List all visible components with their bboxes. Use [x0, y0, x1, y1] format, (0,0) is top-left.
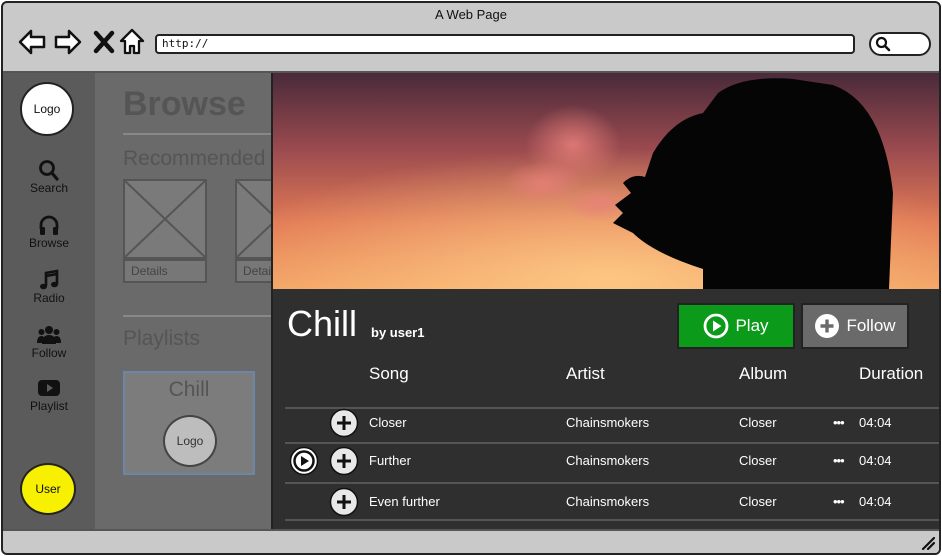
headphones-icon [39, 215, 59, 235]
details-button[interactable]: Details [235, 259, 271, 283]
track-song: Even further [369, 494, 440, 509]
playlist-title: Chill [287, 303, 358, 344]
playlist-detail-panel: Chill by user1 Play Follow Song Artist A… [271, 73, 939, 529]
playlists-heading: Playlists [123, 327, 201, 350]
music-note-icon [40, 269, 59, 290]
playlist-card-name: Chill [168, 378, 210, 401]
image-placeholder-icon [237, 181, 271, 257]
users-icon [37, 326, 61, 344]
details-button[interactable]: Details [123, 259, 207, 283]
resize-grip-icon[interactable] [919, 534, 935, 550]
close-icon [93, 30, 115, 54]
column-header-duration[interactable]: Duration [859, 364, 923, 384]
forward-button[interactable] [53, 27, 83, 57]
recommended-thumbnail[interactable] [235, 179, 271, 259]
back-icon [18, 29, 46, 55]
sidebar-item-label: Playlist [29, 399, 68, 413]
track-song: Further [369, 453, 411, 468]
status-bar [3, 529, 939, 553]
browse-heading: Browse [123, 85, 246, 123]
column-header-song[interactable]: Song [369, 364, 409, 384]
track-row[interactable]: Further Chainsmokers Closer ••• 04:04 [273, 443, 939, 479]
back-button[interactable] [17, 27, 47, 57]
track-duration: 04:04 [859, 453, 892, 468]
track-artist: Chainsmokers [566, 415, 650, 430]
youtube-play-icon [38, 380, 60, 396]
follow-button-label: Follow [846, 316, 896, 335]
sidebar-item-follow[interactable]: Follow [3, 324, 95, 360]
home-button[interactable] [117, 26, 147, 56]
stop-button[interactable] [89, 27, 119, 57]
forward-icon [54, 29, 82, 55]
window-title: A Web Page [434, 7, 508, 22]
image-placeholder-icon [125, 181, 205, 257]
browser-window: A Web Page http:// Logo Search Browse Ra… [1, 1, 941, 555]
playlist-owner: by user1 [371, 325, 425, 340]
add-track-icon[interactable] [329, 446, 359, 476]
follow-button[interactable]: Follow [801, 303, 909, 349]
track-row[interactable]: Even further Chainsmokers Closer ••• 04:… [273, 484, 939, 520]
divider [123, 315, 271, 317]
more-options-icon[interactable]: ••• [833, 484, 845, 520]
browser-search-button[interactable] [869, 32, 931, 56]
browser-toolbar: http:// [3, 25, 939, 71]
divider [123, 133, 271, 135]
sidebar-item-label: Radio [33, 291, 65, 305]
playlist-cover-image [273, 73, 939, 289]
add-track-icon[interactable] [329, 408, 359, 438]
recommended-thumbnail[interactable] [123, 179, 207, 259]
sidebar-item-playlist[interactable]: Playlist [3, 377, 95, 413]
more-options-icon[interactable]: ••• [833, 443, 845, 479]
divider [285, 519, 939, 521]
track-artist: Chainsmokers [566, 453, 650, 468]
logo[interactable]: Logo [20, 82, 74, 136]
user-avatar-button[interactable]: User [20, 463, 76, 515]
track-artist: Chainsmokers [566, 494, 650, 509]
track-row[interactable]: Closer Chainsmokers Closer ••• 04:04 [273, 405, 939, 441]
url-input[interactable]: http:// [155, 34, 855, 54]
track-album: Closer [739, 453, 777, 468]
play-track-icon[interactable] [289, 446, 319, 476]
sidebar: Logo Search Browse Radio Follow Playlist [3, 73, 95, 529]
play-circle-icon [704, 313, 729, 339]
track-album: Closer [739, 415, 777, 430]
play-button[interactable]: Play [677, 303, 795, 349]
search-icon [39, 160, 59, 181]
playlist-card[interactable]: Chill Logo [123, 371, 255, 475]
sidebar-item-label: Search [29, 181, 69, 195]
track-song: Closer [369, 415, 407, 430]
sidebar-item-search[interactable]: Search [3, 159, 95, 195]
sidebar-item-label: Browse [28, 236, 69, 250]
recommended-heading: Recommended [123, 147, 266, 170]
cover-photo [273, 73, 939, 289]
play-button-label: Play [735, 316, 769, 335]
home-icon [119, 28, 145, 55]
playlist-card-logo: Logo [163, 415, 217, 467]
search-icon [875, 36, 891, 52]
track-duration: 04:04 [859, 415, 892, 430]
plus-circle-icon [815, 314, 840, 338]
track-album: Closer [739, 494, 777, 509]
sidebar-item-radio[interactable]: Radio [3, 269, 95, 305]
sidebar-item-label: Follow [31, 346, 67, 360]
column-header-artist[interactable]: Artist [566, 364, 605, 384]
app-area: Logo Search Browse Radio Follow Playlist [3, 73, 939, 529]
column-header-album[interactable]: Album [739, 364, 787, 384]
add-track-icon[interactable] [329, 487, 359, 517]
browse-panel: Browse Recommended Details Details Playl… [95, 73, 271, 529]
sidebar-item-browse[interactable]: Browse [3, 214, 95, 250]
more-options-icon[interactable]: ••• [833, 405, 845, 441]
track-duration: 04:04 [859, 494, 892, 509]
